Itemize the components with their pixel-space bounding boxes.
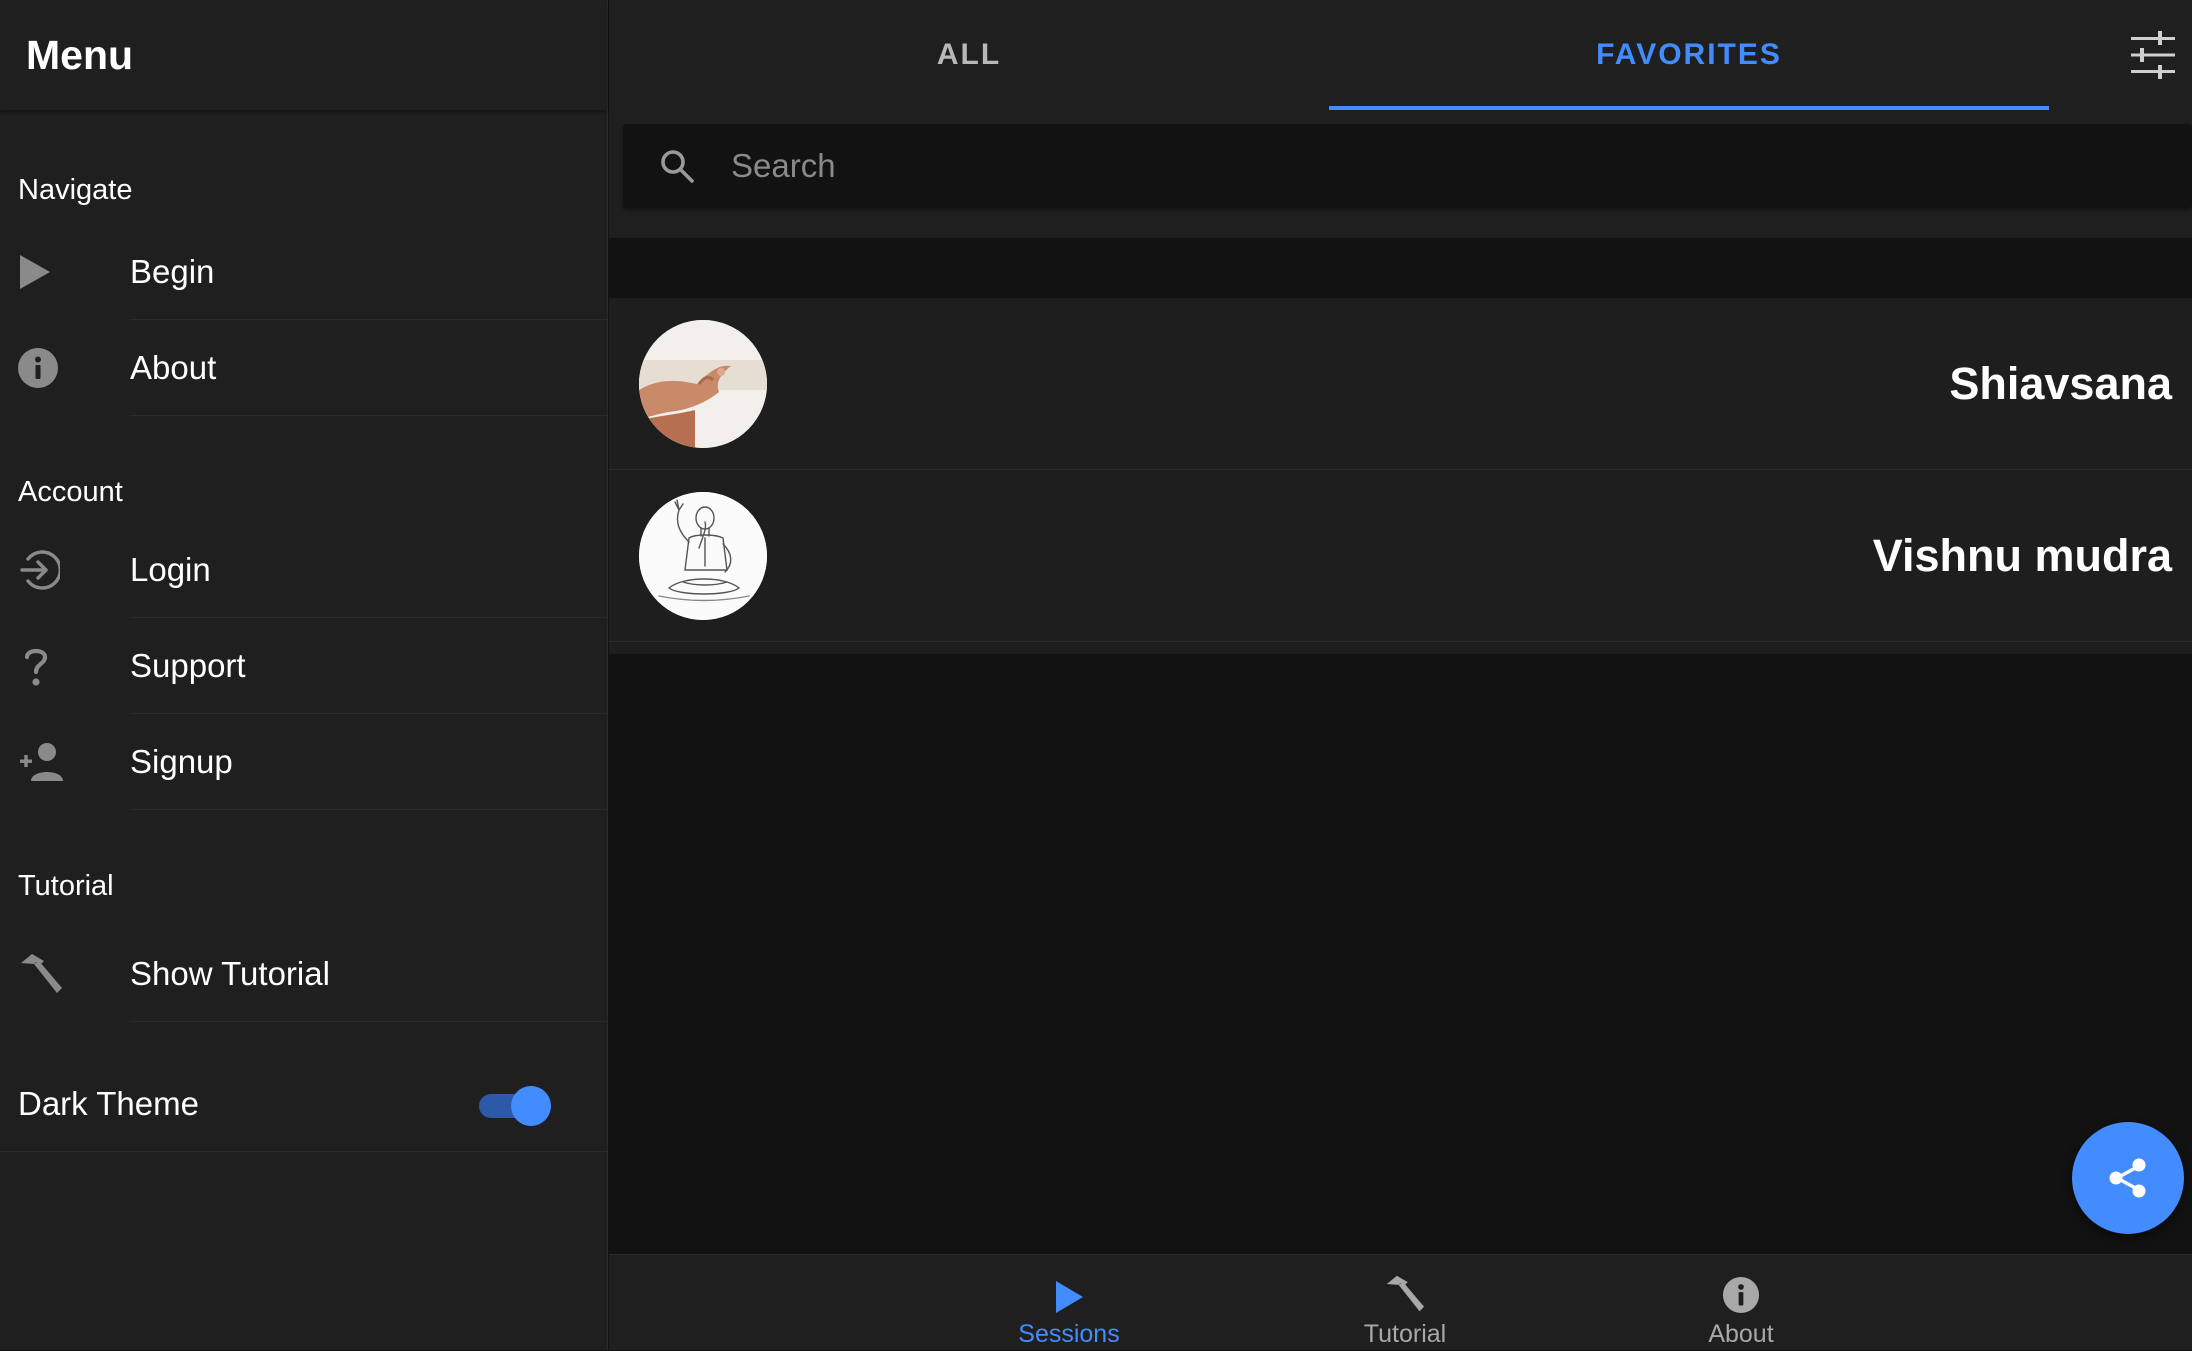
play-icon <box>1056 1281 1083 1313</box>
menu-item-about[interactable]: About <box>0 320 607 416</box>
info-icon <box>0 320 130 416</box>
login-icon <box>0 522 130 618</box>
session-name: Vishnu mudra <box>1872 529 2172 581</box>
menu-item-support[interactable]: Support <box>0 618 607 714</box>
main-content: ALL FAVORITES Search Shiavsana Vishnu mu… <box>609 0 2192 1350</box>
menu-item-label: About <box>130 320 607 416</box>
tabbar-label: Sessions <box>1018 1320 1120 1348</box>
menu-item-label: Support <box>130 618 607 714</box>
menu-title: Menu <box>26 31 134 78</box>
filter-button[interactable] <box>2128 30 2178 80</box>
bottom-tab-bar: Sessions Tutorial About <box>609 1254 2192 1350</box>
tutorial-list: Show Tutorial <box>0 926 607 1022</box>
menu-item-label: Begin <box>130 224 607 320</box>
search-container <box>609 110 2192 238</box>
list-header <box>609 238 2192 298</box>
session-item[interactable]: Shiavsana <box>609 298 2192 470</box>
menu-section-tutorial: Tutorial <box>18 870 114 902</box>
session-list: Shiavsana Vishnu mudra <box>609 298 2192 642</box>
tabbar-label: About <box>1708 1320 1774 1348</box>
session-item[interactable]: Vishnu mudra <box>609 470 2192 642</box>
tabbar-tutorial[interactable]: Tutorial <box>1305 1255 1505 1351</box>
dark-theme-label: Dark Theme <box>18 1084 199 1122</box>
menu-item-label: Signup <box>130 714 607 810</box>
menu-item-begin[interactable]: Begin <box>0 224 607 320</box>
tab-favorites[interactable]: FAVORITES <box>1329 0 2049 110</box>
menu-header: Menu <box>0 0 607 110</box>
person-add-icon <box>0 714 130 810</box>
navigate-list: Begin About <box>0 224 607 416</box>
tabbar-about[interactable]: About <box>1641 1255 1841 1351</box>
menu-item-label: Login <box>130 522 607 618</box>
share-icon <box>2109 1158 2146 1198</box>
tabbar-label: Tutorial <box>1363 1320 1447 1348</box>
menu-section-navigate: Navigate <box>18 174 133 206</box>
menu-item-signup[interactable]: Signup <box>0 714 607 810</box>
share-fab-button[interactable] <box>2072 1122 2184 1234</box>
play-icon <box>0 224 130 320</box>
search-icon <box>623 148 731 184</box>
menu-item-label: Show Tutorial <box>130 926 607 1022</box>
hammer-icon <box>0 926 130 1022</box>
dark-theme-toggle[interactable] <box>477 1084 551 1126</box>
options-icon <box>2131 31 2175 79</box>
help-icon <box>0 618 130 714</box>
dark-theme-row: Dark Theme <box>0 1056 607 1152</box>
list-footer <box>609 642 2192 654</box>
menu-item-show-tutorial[interactable]: Show Tutorial <box>0 926 607 1022</box>
info-icon <box>1722 1276 1760 1314</box>
search-input[interactable] <box>731 124 2192 208</box>
meditation-hand-avatar <box>639 319 767 448</box>
account-list: Login Support Signup <box>0 522 607 810</box>
menu-item-login[interactable]: Login <box>0 522 607 618</box>
searchbar <box>623 124 2192 208</box>
seated-yogi-avatar <box>639 491 767 620</box>
tab-all[interactable]: ALL <box>609 0 1329 110</box>
side-menu: Menu Navigate Begin About Account Login … <box>0 0 608 1350</box>
segment-bar: ALL FAVORITES <box>609 0 2192 110</box>
toggle-knob <box>511 1085 551 1126</box>
menu-section-account: Account <box>18 476 123 508</box>
hammer-icon <box>1386 1275 1425 1312</box>
tabbar-sessions[interactable]: Sessions <box>969 1255 1169 1351</box>
session-name: Shiavsana <box>1949 357 2172 409</box>
